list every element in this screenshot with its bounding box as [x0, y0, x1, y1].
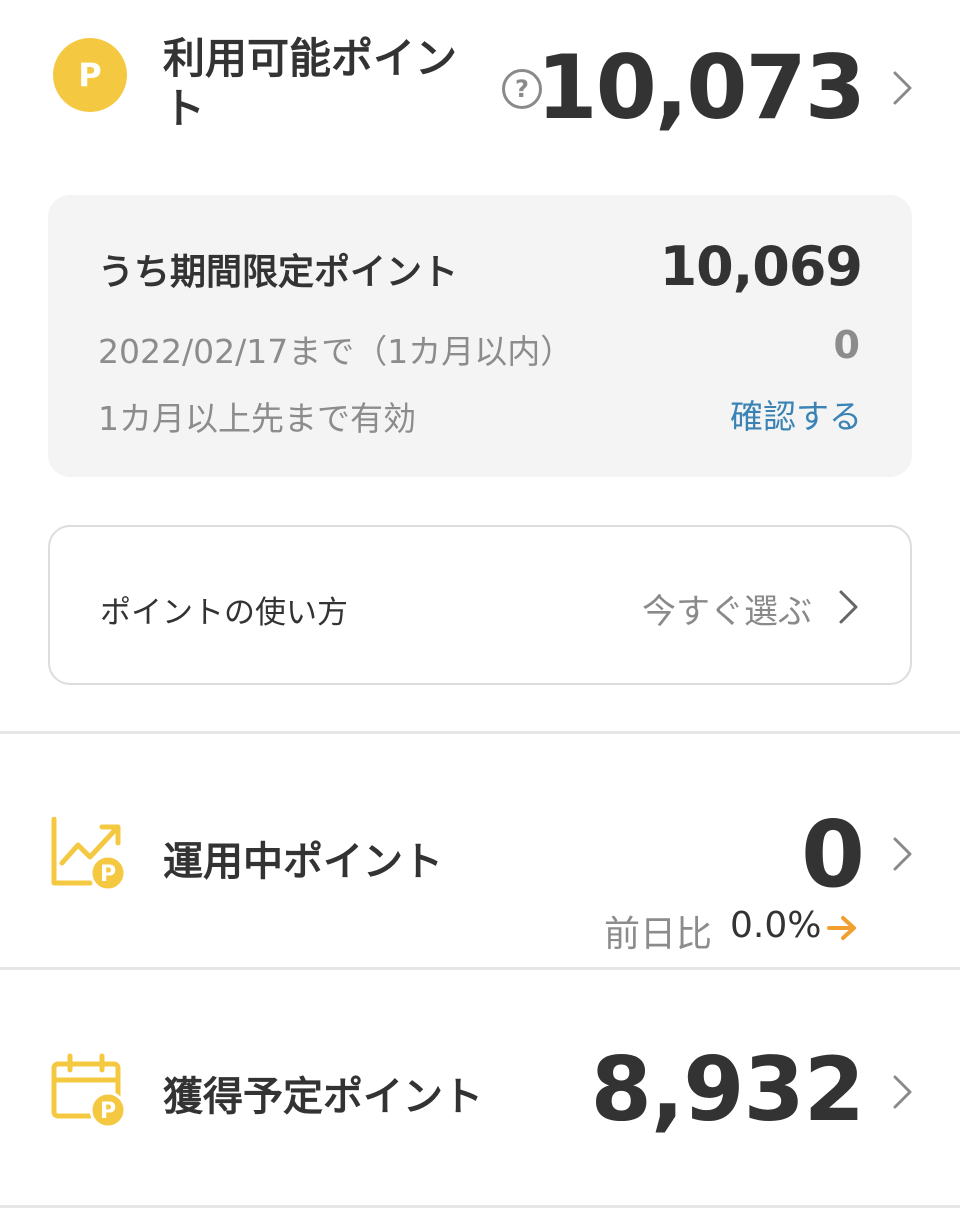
points-page: P 利用可能ポイント ? 10,073 うち期間限定ポイント 10,069 20… — [0, 0, 960, 1212]
limited-points-box: うち期間限定ポイント 10,069 2022/02/17まで（1カ月以内） 0 … — [48, 195, 912, 477]
invest-points-value: 0 — [800, 801, 865, 908]
confirm-link[interactable]: 確認する — [730, 390, 862, 438]
point-usage-label: ポイントの使い方 — [100, 595, 348, 631]
invest-points-row[interactable]: P 運用中ポイント 0 前日比 0.0% — [0, 735, 960, 970]
chevron-right-icon — [892, 836, 914, 872]
chart-up-point-icon: P — [50, 816, 127, 893]
invest-points-label: 運用中ポイント — [163, 839, 443, 885]
calendar-point-icon: P — [50, 1052, 127, 1129]
expiring-soon-value: 0 — [833, 323, 860, 367]
point-usage-card[interactable]: ポイントの使い方 今すぐ選ぶ — [48, 525, 912, 685]
chevron-right-icon — [838, 589, 860, 625]
point-coin-icon: P — [53, 38, 127, 112]
svg-text:P: P — [100, 862, 116, 887]
available-points-row[interactable]: P 利用可能ポイント ? 10,073 — [0, 0, 960, 170]
section-divider — [0, 1205, 960, 1208]
day-change-value: 0.0% — [730, 905, 822, 946]
coin-letter: P — [78, 56, 102, 94]
valid-later-label: 1カ月以上先まで有効 — [98, 399, 416, 438]
chevron-right-icon — [892, 70, 914, 106]
choose-now-label: 今すぐ選ぶ — [642, 592, 812, 632]
pending-points-label: 獲得予定ポイント — [163, 1074, 483, 1120]
pending-points-value: 8,932 — [590, 1038, 865, 1141]
section-divider — [0, 731, 960, 734]
expiring-soon-label: 2022/02/17まで（1カ月以内） — [98, 332, 574, 371]
available-points-label: 利用可能ポイント — [163, 34, 458, 133]
limited-points-title: うち期間限定ポイント — [98, 252, 459, 293]
arrow-right-icon — [826, 915, 858, 941]
pending-points-row[interactable]: P 獲得予定ポイント 8,932 — [0, 972, 960, 1207]
section-divider — [0, 967, 960, 970]
day-change-label: 前日比 — [604, 914, 713, 955]
available-points-value: 10,073 — [536, 36, 866, 139]
limited-points-total: 10,069 — [659, 235, 863, 298]
svg-text:P: P — [100, 1099, 116, 1124]
chevron-right-icon — [892, 1074, 914, 1110]
